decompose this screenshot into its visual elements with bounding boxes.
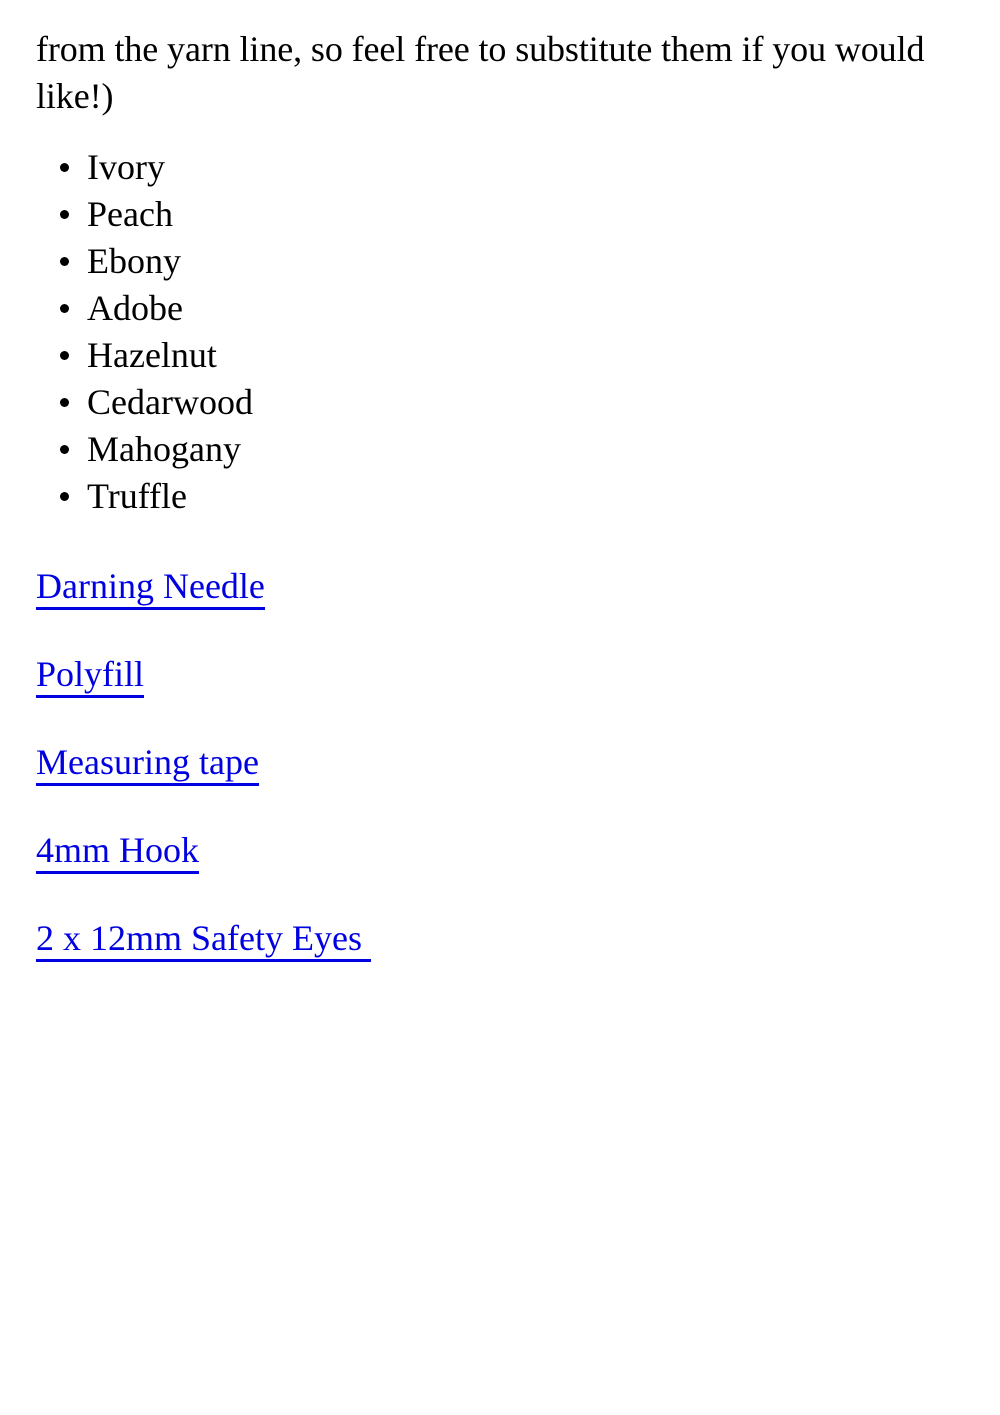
list-item-label: Hazelnut xyxy=(87,335,217,375)
link-paragraph: Darning Needle xyxy=(36,563,964,610)
list-item-label: Cedarwood xyxy=(87,382,253,422)
list-item: Cedarwood xyxy=(60,379,964,426)
link-4mm-hook[interactable]: 4mm Hook xyxy=(36,830,200,874)
link-safety-eyes[interactable]: 2 x 12mm Safety Eyes xyxy=(36,918,371,962)
list-item: Mahogany xyxy=(60,426,964,473)
list-item-label: Truffle xyxy=(87,476,188,516)
link-paragraph: 2 x 12mm Safety Eyes xyxy=(36,915,964,962)
list-item: Ivory xyxy=(60,144,964,191)
link-paragraph: Measuring tape xyxy=(36,739,964,786)
yarn-color-list: Ivory Peach Ebony Adobe Hazelnut Cedarwo… xyxy=(36,144,964,520)
link-darning-needle[interactable]: Darning Needle xyxy=(36,566,265,610)
list-item-label: Ebony xyxy=(87,241,181,281)
list-item-label: Ivory xyxy=(87,147,165,187)
link-polyfill[interactable]: Polyfill xyxy=(36,654,145,698)
list-item-label: Peach xyxy=(87,194,173,234)
intro-paragraph: from the yarn line, so feel free to subs… xyxy=(36,29,925,116)
link-paragraph: Polyfill xyxy=(36,651,964,698)
list-item: Adobe xyxy=(60,285,964,332)
list-item-label: Mahogany xyxy=(87,429,241,469)
materials-link-list: Darning Needle Polyfill Measuring tape 4… xyxy=(36,563,964,962)
list-item: Hazelnut xyxy=(60,332,964,379)
list-item: Truffle xyxy=(60,473,964,520)
link-paragraph: 4mm Hook xyxy=(36,827,964,874)
list-item: Ebony xyxy=(60,238,964,285)
link-measuring-tape[interactable]: Measuring tape xyxy=(36,742,259,786)
document-page: from the yarn line, so feel free to subs… xyxy=(0,0,1000,1415)
list-item-label: Adobe xyxy=(87,288,183,328)
list-item: Peach xyxy=(60,191,964,238)
